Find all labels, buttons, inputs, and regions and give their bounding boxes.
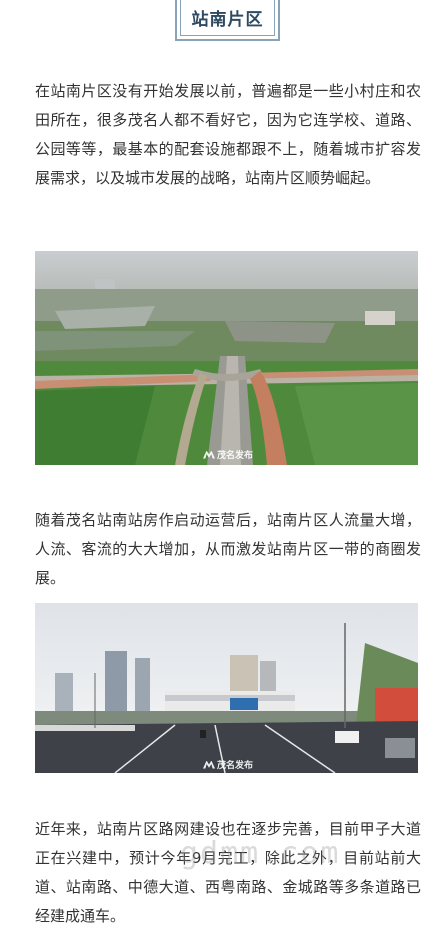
paragraph-station: 随着茂名站南站房作启动运营后，站南片区人流量大增，人流、客流的大大增加，从而激发… (35, 511, 421, 587)
photo-logo: 茂名发布 (203, 758, 253, 771)
aerial-road-image (35, 251, 418, 465)
brand-logo-icon (203, 450, 215, 459)
brand-logo-icon (203, 760, 215, 769)
article-page: 站南片区 在站南片区没有开始发展以前，普遍都是一些小村庄和农田所在，很多茂名人都… (0, 0, 447, 932)
station-street-image (35, 603, 418, 773)
section-title-box: 站南片区 (175, 0, 280, 41)
paragraph-intro: 在站南片区没有开始发展以前，普遍都是一些小村庄和农田所在，很多茂名人都不看好它，… (35, 82, 421, 187)
aerial-road-photo: 茂名发布 (35, 251, 418, 465)
photo-logo: 茂名发布 (203, 448, 253, 461)
section-title: 站南片区 (191, 10, 264, 30)
station-street-photo: 茂名发布 (35, 603, 418, 773)
paragraph-roads: 近年来，站南片区路网建设也在逐步完善，目前甲子大道正在兴建中，预计今年9月完工，… (35, 820, 421, 925)
